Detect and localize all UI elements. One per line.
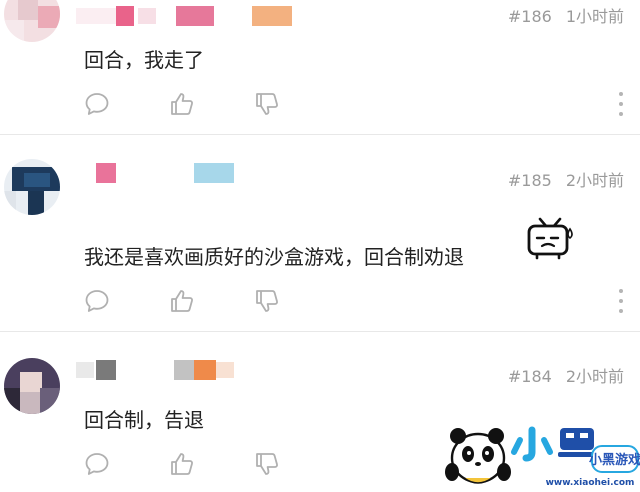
reply-icon[interactable] [84,91,110,117]
comment-meta: #185 2小时前 [508,167,624,191]
bilibili-tv-emoji [526,217,576,261]
comment-meta: #184 2小时前 [508,363,624,387]
thumbs-down-icon[interactable] [254,451,280,477]
comment-185: #185 2小时前 我还是喜欢画质好的沙盒游戏，回合制劝退 [0,135,640,331]
timestamp: 1小时前 [565,7,624,26]
thumbs-down-icon[interactable] [254,288,280,314]
username-blurred[interactable] [76,163,256,183]
comment-text: 回合制，告退 [84,408,204,432]
username-blurred[interactable] [76,360,256,380]
avatar[interactable] [4,159,60,215]
comment-186: #186 1小时前 回合，我走了 [0,0,640,134]
watermark-brand-text: 小黑游戏 [589,452,640,468]
thumbs-up-icon[interactable] [169,91,195,117]
timestamp: 2小时前 [565,171,624,190]
thumbs-up-icon[interactable] [169,288,195,314]
watermark-url: www.xiaohei.com [546,478,635,488]
reply-icon[interactable] [84,288,110,314]
avatar[interactable] [4,0,60,42]
more-options-icon[interactable] [618,92,624,116]
thumbs-down-icon[interactable] [254,91,280,117]
comment-text: 我还是喜欢画质好的沙盒游戏，回合制劝退 [84,245,464,269]
xiaohei-watermark-logo: 小黑游戏 www.xiaohei.com [440,416,640,488]
thumbs-up-icon[interactable] [169,451,195,477]
floor-number: #185 [507,171,552,190]
comment-text: 回合，我走了 [84,48,204,72]
username-blurred[interactable] [76,6,296,26]
more-options-icon[interactable] [618,289,624,313]
timestamp: 2小时前 [565,367,624,386]
floor-number: #184 [507,367,552,386]
avatar[interactable] [4,358,60,414]
reply-icon[interactable] [84,451,110,477]
comment-meta: #186 1小时前 [508,3,624,27]
floor-number: #186 [507,7,552,26]
